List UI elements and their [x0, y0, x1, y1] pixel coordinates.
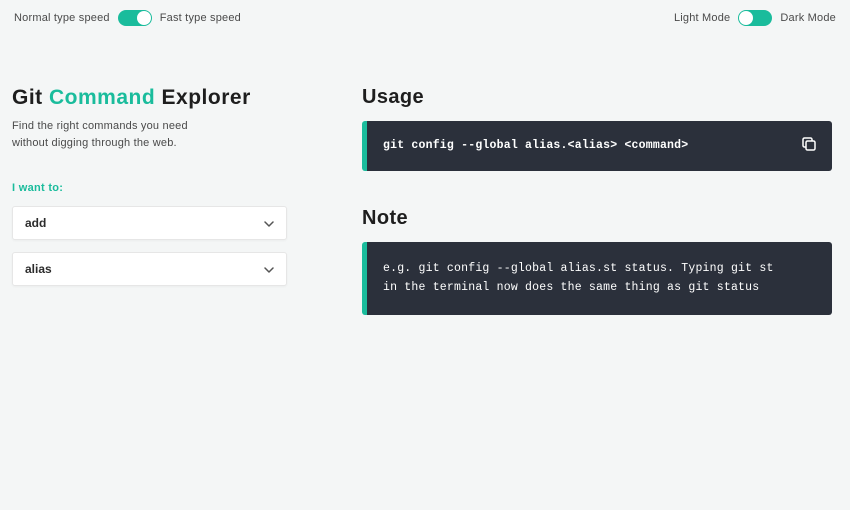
usage-section: Usage git config --global alias.<alias> … [362, 86, 832, 171]
primary-select-value: add [25, 216, 46, 230]
title-word-2: Command [49, 86, 155, 109]
secondary-select-value: alias [25, 262, 52, 276]
note-block: e.g. git config --global alias.st status… [362, 242, 832, 315]
theme-right-label: Dark Mode [780, 12, 836, 24]
usage-command: git config --global alias.<alias> <comma… [383, 137, 783, 155]
right-panel: Usage git config --global alias.<alias> … [362, 86, 832, 315]
usage-heading: Usage [362, 86, 832, 109]
theme-toggle-group: Light Mode Dark Mode [674, 10, 836, 26]
note-heading: Note [362, 207, 832, 230]
chevron-down-icon [264, 218, 274, 228]
secondary-select[interactable]: alias [12, 252, 287, 286]
theme-toggle[interactable] [738, 10, 772, 26]
title-word-3: Explorer [162, 86, 251, 109]
left-panel: Git Command Explorer Find the right comm… [12, 86, 302, 315]
speed-left-label: Normal type speed [14, 12, 110, 24]
note-text: e.g. git config --global alias.st status… [383, 260, 783, 297]
topbar: Normal type speed Fast type speed Light … [0, 0, 850, 26]
copy-icon[interactable] [800, 135, 818, 153]
speed-toggle-group: Normal type speed Fast type speed [14, 10, 241, 26]
prompt-label: I want to: [12, 182, 302, 194]
title-word-1: Git [12, 86, 43, 109]
page-description: Find the right commands you need without… [12, 118, 302, 152]
note-section: Note e.g. git config --global alias.st s… [362, 207, 832, 315]
speed-toggle[interactable] [118, 10, 152, 26]
chevron-down-icon [264, 264, 274, 274]
toggle-knob [137, 11, 151, 25]
usage-code-block: git config --global alias.<alias> <comma… [362, 121, 832, 171]
primary-select[interactable]: add [12, 206, 287, 240]
theme-left-label: Light Mode [674, 12, 730, 24]
toggle-knob [739, 11, 753, 25]
page-title: Git Command Explorer [12, 86, 302, 110]
speed-right-label: Fast type speed [160, 12, 241, 24]
